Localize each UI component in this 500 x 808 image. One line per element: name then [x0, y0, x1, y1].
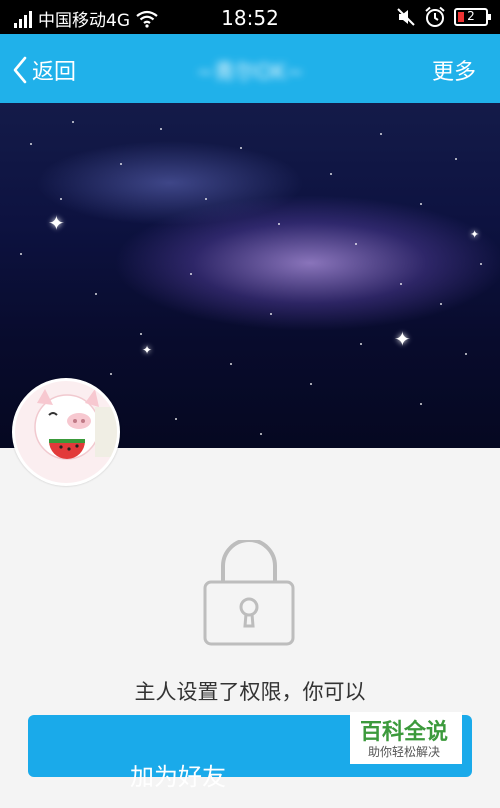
sparkle-icon: ✦	[394, 327, 411, 351]
permission-text: 主人设置了权限，你可以	[134, 680, 366, 704]
status-bar: 中国移动4G 18:52 2	[0, 0, 500, 34]
alarm-icon	[425, 6, 445, 27]
watermark-logo: 百科全说 助你轻松解决	[350, 712, 462, 764]
watermark-title: 百科全说	[360, 720, 449, 745]
battery-icon: 2	[454, 8, 491, 26]
lock-icon	[203, 540, 295, 646]
sparkle-icon: ✦	[470, 228, 480, 241]
sparkle-icon: ✦	[48, 211, 65, 235]
page-title: ~青尔OK~	[196, 60, 304, 84]
more-button[interactable]: 更多	[432, 54, 476, 86]
sparkle-icon: ✦	[142, 343, 153, 357]
watermark-subtitle: 助你轻松解决	[368, 745, 441, 759]
add-friend-label: 加为好友	[130, 763, 226, 791]
mute-icon	[397, 8, 415, 26]
nav-bar: 返回 ~青尔OK~ 更多	[0, 34, 500, 103]
avatar[interactable]	[12, 378, 120, 486]
battery-level: 2	[467, 9, 475, 23]
pig-avatar-icon	[15, 381, 117, 483]
status-right: 2	[396, 6, 491, 28]
